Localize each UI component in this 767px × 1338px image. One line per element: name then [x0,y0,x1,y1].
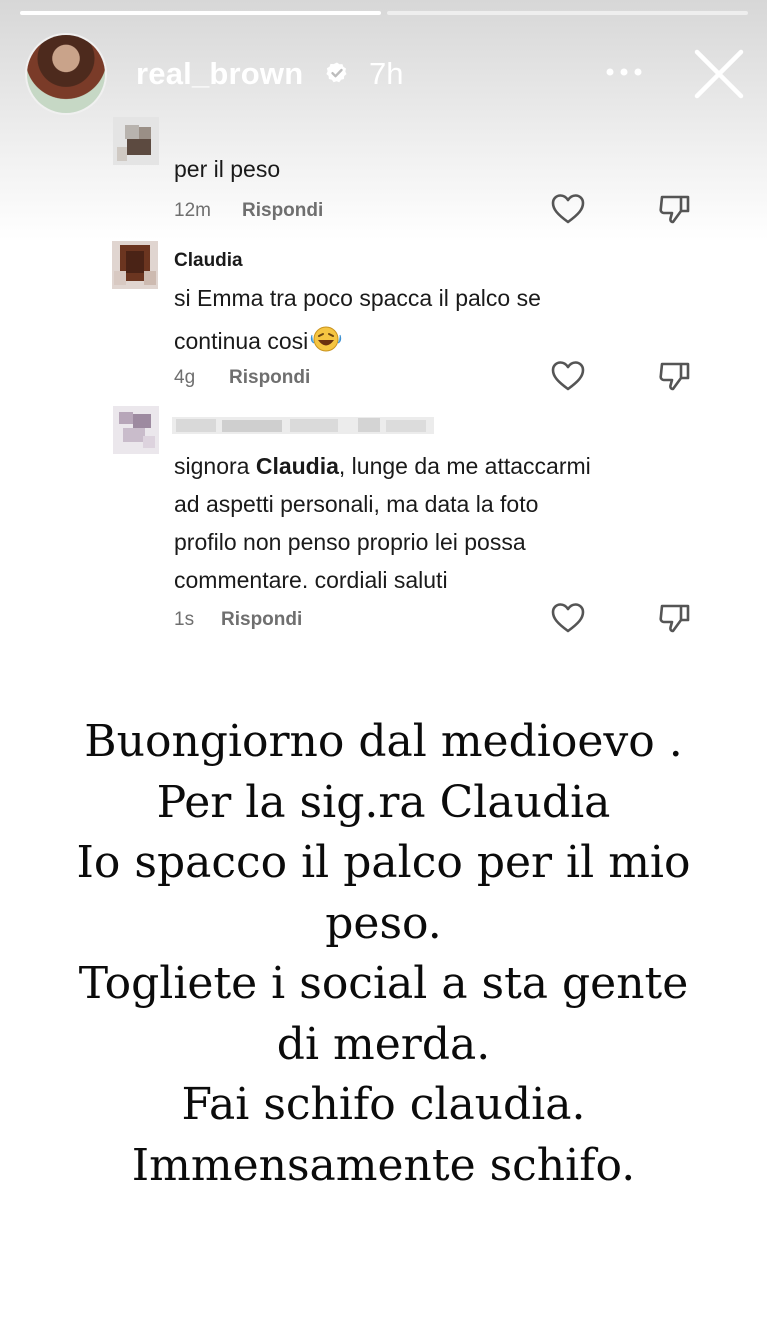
profile-avatar[interactable] [27,35,105,113]
comment-text: , lunge da me attaccarmi [338,453,591,479]
laughing-emoji-icon [311,326,342,352]
comment-avatar-blurred [113,406,159,454]
comment-avatar-blurred [112,241,158,289]
comment-avatar-blurred [113,117,159,165]
caption-line: di merda. [276,1018,491,1070]
caption-line: Togliete i social a sta gente [78,958,689,1009]
dislike-icon[interactable] [657,193,691,225]
dislike-icon[interactable] [657,360,691,392]
caption-line: Immensamente schifo. [131,1139,636,1191]
comment-text-line: signora Claudia, lunge da me attaccarmi [174,447,591,485]
comment-time: 1s [174,609,195,630]
comment-author-blurred [172,417,434,434]
like-heart-icon[interactable] [551,193,585,225]
story-progress-bar-2 [387,11,748,15]
comment-time: 12m [174,200,211,221]
more-options-icon[interactable] [604,62,644,82]
like-heart-icon[interactable] [551,602,585,634]
progress-fill-1 [20,11,381,15]
comment-text: per il peso [174,156,281,182]
caption-line: Per la sig.ra Claudia [156,776,611,828]
caption-line: Fai schifo claudia. [181,1079,586,1130]
caption-line: peso. [325,897,442,949]
comment-text: signora [174,453,256,479]
verified-badge-icon [326,62,347,83]
like-heart-icon[interactable] [551,360,585,392]
story-progress-bar-1 [20,11,381,15]
comment-text: si Emma tra poco spacca il palco se [174,285,541,311]
story-timestamp: 7h [369,56,404,91]
comment-time: 4g [174,367,196,388]
comment-text: commentare. cordiali saluti [174,567,448,593]
comment-text-line: continua cosi [174,322,342,360]
story-caption: Buongiorno dal medioevo . Per la sig.ra … [0,712,767,1196]
caption-line: Buongiorno dal medioevo . [84,716,683,767]
comment-text: continua cosi [174,328,309,354]
comment-author[interactable]: Claudia [174,250,243,272]
reply-button[interactable]: Rispondi [221,609,302,631]
reply-button[interactable]: Rispondi [229,367,310,389]
comment-text: ad aspetti personali, ma data la foto [174,491,539,517]
dislike-icon[interactable] [657,602,691,634]
reply-button[interactable]: Rispondi [242,200,323,222]
comment-text: profilo non penso proprio lei possa [174,529,526,555]
username[interactable]: real_brown [136,56,303,92]
comment-mention[interactable]: Claudia [256,453,339,479]
caption-line: Io spacco il palco per il mio [76,837,691,888]
close-icon[interactable] [693,48,745,100]
